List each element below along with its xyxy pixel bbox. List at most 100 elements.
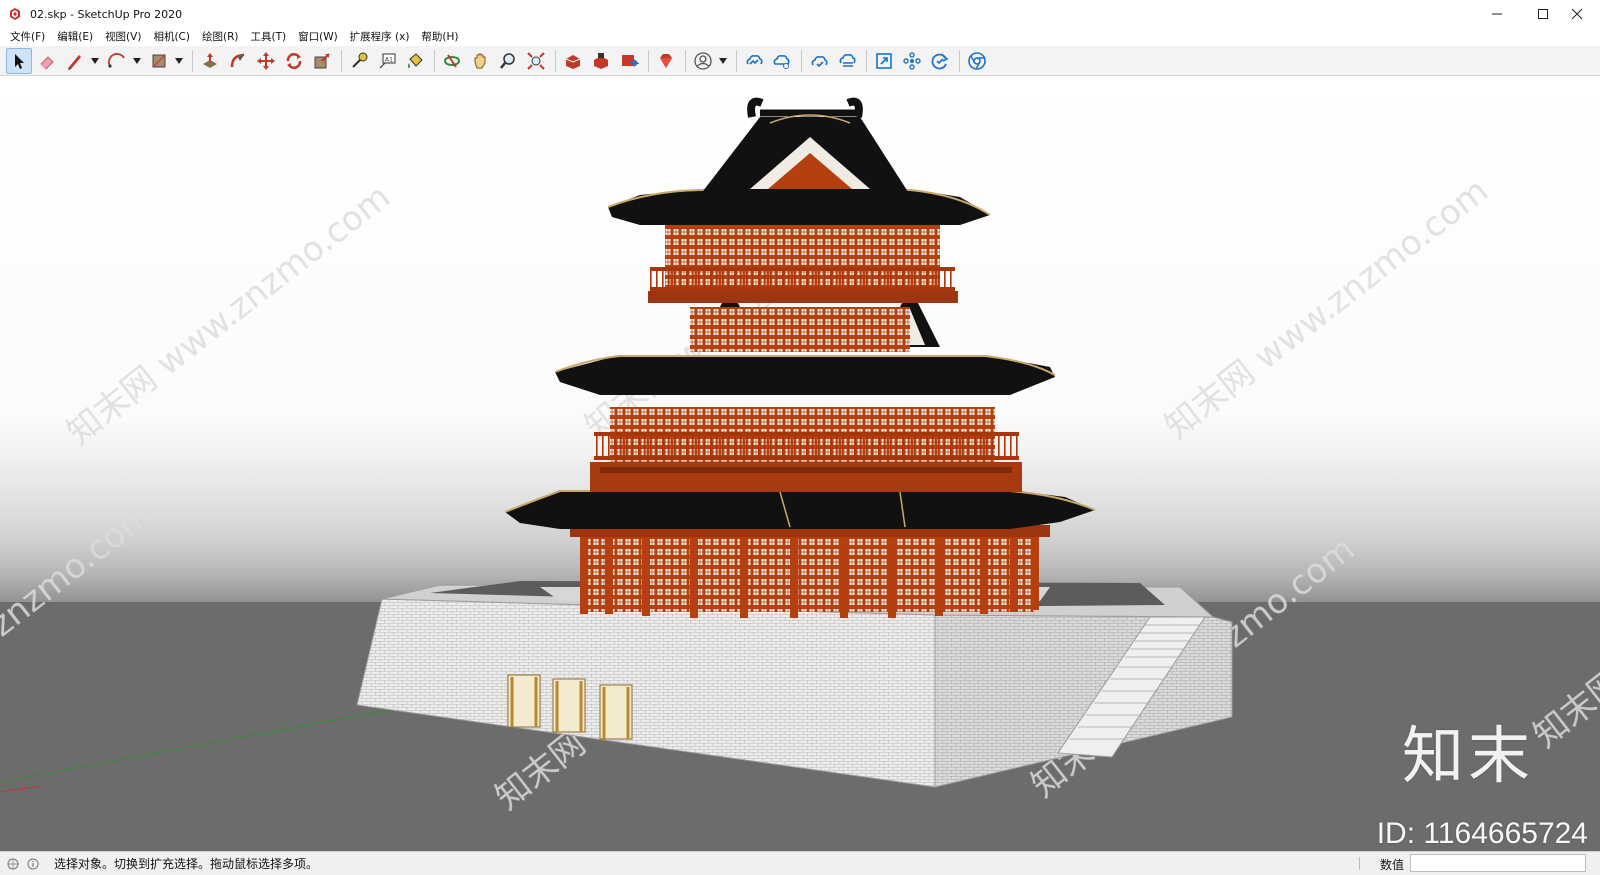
tape-measure-icon — [352, 52, 368, 68]
close-icon — [1571, 8, 1583, 20]
share-model-tool-button[interactable] — [616, 48, 642, 74]
arrow-cursor-icon — [15, 53, 24, 69]
status-bar: 选择对象。切换到扩充选择。拖动鼠标选择多项。 数值 — [0, 851, 1600, 875]
menu-edit[interactable]: 编辑(E) — [51, 28, 99, 46]
main-toolbar: A1 — [0, 46, 1600, 76]
brand-watermark: 知末 — [1401, 719, 1534, 792]
pavilion-ground-floor — [504, 490, 1096, 618]
chevron-down-icon — [719, 57, 727, 64]
chevron-down-icon — [133, 57, 141, 64]
pan-tool-button[interactable] — [467, 48, 493, 74]
ruby-gem-icon — [660, 53, 672, 68]
minimize-button[interactable] — [1474, 0, 1520, 28]
toolbar-separator — [736, 49, 737, 72]
scale-tool-button[interactable] — [309, 48, 335, 74]
cloud-link-icon — [746, 54, 763, 65]
rotate-tool-button[interactable] — [281, 48, 307, 74]
toolbar-separator — [801, 49, 802, 72]
menu-file[interactable]: 文件(F) — [4, 28, 51, 46]
cloud-sync-icon — [839, 53, 856, 67]
sketchup-logo-icon — [10, 8, 20, 20]
follow-me-icon — [230, 53, 245, 67]
info-icon[interactable] — [26, 857, 40, 871]
paint-bucket-tool-button[interactable] — [402, 48, 428, 74]
toolbar-separator — [685, 49, 686, 72]
menu-tools[interactable]: 工具(T) — [244, 28, 292, 46]
menu-extensions[interactable]: 扩展程序 (x) — [344, 28, 416, 46]
id-watermark: ID: 1164665724 — [1376, 817, 1588, 850]
maximize-icon — [1538, 9, 1548, 19]
hand-icon — [474, 53, 486, 68]
rectangle-tool-dropdown[interactable] — [174, 48, 184, 74]
cloud-share-icon — [773, 54, 790, 69]
eraser-tool-button[interactable] — [34, 48, 60, 74]
components-tool-button[interactable] — [899, 48, 925, 74]
zoom-extents-tool-button[interactable] — [523, 48, 549, 74]
location-frame-icon — [876, 52, 892, 69]
scale-icon — [314, 52, 330, 68]
toolbar-separator — [434, 49, 435, 72]
minimize-icon — [1492, 13, 1502, 15]
model-scene[interactable]: 知末网 www.znzmo.com 知末网 www.znzmo.com 知末网 … — [0, 77, 1600, 851]
orbit-icon — [444, 53, 460, 68]
menu-draw[interactable]: 绘图(R) — [196, 28, 245, 46]
extension-warehouse-tool-button[interactable] — [588, 48, 614, 74]
toolbar-separator — [959, 49, 960, 72]
add-location-tool-button[interactable] — [871, 48, 897, 74]
move-tool-button[interactable] — [253, 48, 279, 74]
refresh-tool-button[interactable] — [927, 48, 953, 74]
menu-view[interactable]: 视图(V) — [99, 28, 147, 46]
close-button[interactable] — [1554, 0, 1600, 28]
chevron-down-icon — [91, 57, 99, 64]
line-tool-dropdown[interactable] — [90, 48, 100, 74]
text-icon: A1 — [379, 53, 396, 68]
tape-measure-tool-button[interactable] — [346, 48, 372, 74]
arc-icon — [108, 52, 125, 68]
toolbar-separator — [866, 49, 867, 72]
warehouse-icon — [565, 54, 581, 69]
refresh-check-icon — [931, 53, 949, 69]
ruby-tool-button[interactable] — [653, 48, 679, 74]
arc-tool-dropdown[interactable] — [132, 48, 142, 74]
pencil-icon — [68, 54, 81, 70]
menu-help[interactable]: 帮助(H) — [415, 28, 464, 46]
toolbar-separator — [341, 49, 342, 72]
rectangle-tool-button[interactable] — [146, 48, 172, 74]
arc-tool-button[interactable] — [104, 48, 130, 74]
account-tool-dropdown[interactable] — [718, 48, 728, 74]
sketchup-window: 02.skp - SketchUp Pro 2020 文件(F) 编辑(E) 视… — [0, 0, 1600, 875]
follow-me-tool-button[interactable] — [225, 48, 251, 74]
cloud-upload-icon — [811, 55, 828, 67]
zoom-tool-button[interactable] — [495, 48, 521, 74]
status-divider — [1359, 857, 1360, 870]
paint-bucket-icon — [408, 52, 423, 68]
trimble-connect-open-button[interactable] — [741, 48, 767, 74]
menu-camera[interactable]: 相机(C) — [147, 28, 196, 46]
share-model-icon — [622, 54, 639, 67]
measurements-input[interactable] — [1410, 854, 1586, 872]
account-tool-button[interactable] — [690, 48, 716, 74]
select-tool-button[interactable] — [6, 47, 32, 74]
zoom-icon — [500, 52, 515, 69]
toolbar-separator — [648, 49, 649, 72]
push-pull-tool-button[interactable] — [197, 48, 223, 74]
measurements-label: 数值 — [1379, 858, 1404, 872]
orbit-tool-button[interactable] — [439, 48, 465, 74]
chrome-tool-button[interactable] — [964, 48, 990, 74]
line-tool-button[interactable] — [62, 48, 88, 74]
rectangle-icon — [152, 54, 166, 67]
menu-bar: 文件(F) 编辑(E) 视图(V) 相机(C) 绘图(R) 工具(T) 窗口(W… — [0, 28, 1600, 46]
zoom-extents-icon — [527, 51, 545, 70]
model-viewport[interactable]: 知末网 www.znzmo.com 知末网 www.znzmo.com 知末网 … — [0, 77, 1600, 851]
trimble-connect-upload-button[interactable] — [806, 48, 832, 74]
rotate-icon — [286, 52, 302, 69]
menu-window[interactable]: 窗口(W) — [292, 28, 344, 46]
trimble-connect-sync-button[interactable] — [834, 48, 860, 74]
geo-location-icon[interactable] — [6, 857, 20, 871]
warehouse-tool-button[interactable] — [560, 48, 586, 74]
trimble-connect-share-button[interactable] — [769, 48, 795, 74]
eraser-icon — [40, 55, 54, 70]
text-tool-button[interactable]: A1 — [374, 48, 400, 74]
account-icon — [694, 51, 712, 70]
toolbar-separator — [192, 49, 193, 72]
